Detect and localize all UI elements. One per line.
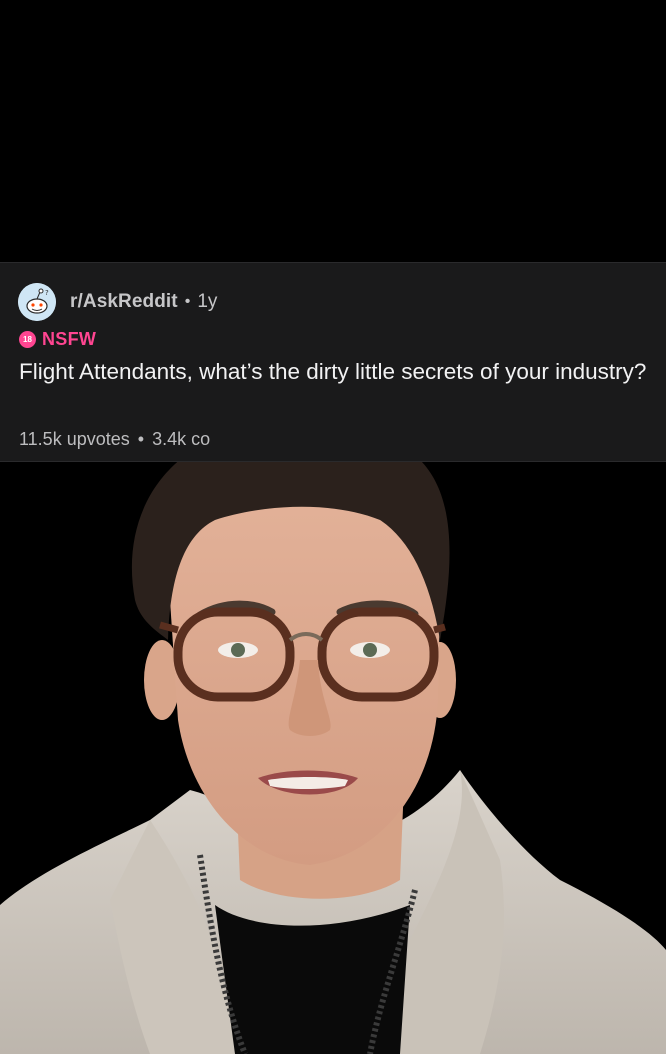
post-age: 1y [197,291,218,312]
upvote-count: 11.5k upvotes [19,429,130,449]
comment-count: 3.4k co [152,429,211,449]
nsfw-18-icon: 18 [19,330,36,348]
subreddit-name[interactable]: r/AskReddit [70,291,178,313]
post-header: ? r/AskReddit • 1y [18,283,217,321]
nsfw-tag: 18 NSFW [19,329,96,349]
post-title[interactable]: Flight Attendants, what’s the dirty litt… [19,357,649,386]
svg-text:?: ? [45,289,49,297]
video-presenter-image [0,420,666,1054]
reddit-post-card[interactable]: ? r/AskReddit • 1y 18 NSFW Flight Attend… [0,262,666,462]
snoo-avatar-icon[interactable]: ? [18,283,56,321]
meta-separator: • [184,293,191,310]
stats-separator: • [137,429,145,449]
nsfw-label: NSFW [42,328,97,349]
post-stats: 11.5k upvotes • 3.4k co [19,429,210,450]
video-frame [0,0,666,1054]
